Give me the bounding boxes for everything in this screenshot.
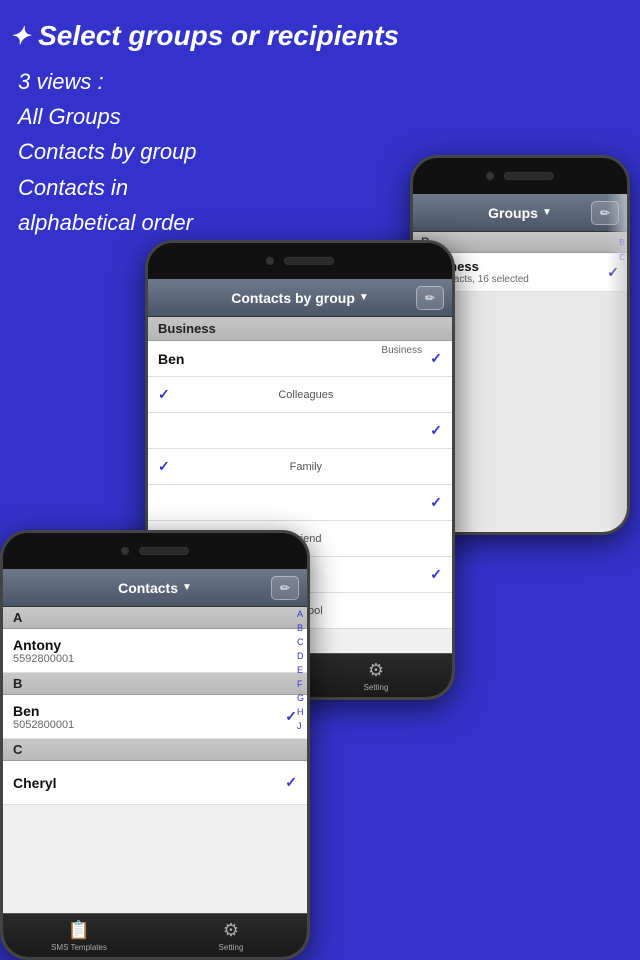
phone-cbg-nav-title: Contacts by group ▼ bbox=[231, 290, 369, 306]
phone-contacts: Contacts ▼ ✏ A Antony 5592800001 B Ben 5… bbox=[0, 530, 310, 960]
groups-right-fade bbox=[607, 194, 627, 532]
contacts-index-f[interactable]: F bbox=[297, 679, 304, 689]
cbg-dropdown-arrow[interactable]: ▼ bbox=[359, 292, 369, 303]
contacts-tab-settings[interactable]: ⚙ Setting bbox=[155, 920, 307, 952]
contacts-tab-sms[interactable]: 📋 SMS Templates bbox=[3, 920, 155, 952]
contacts-section-b: B bbox=[3, 673, 307, 695]
contacts-index-h[interactable]: H bbox=[297, 707, 304, 717]
contacts-row-antony[interactable]: Antony 5592800001 bbox=[3, 629, 307, 673]
contacts-settings-label: Setting bbox=[219, 943, 244, 952]
cbg-row-ben[interactable]: Ben Business ✓ bbox=[148, 341, 452, 377]
phone-groups-camera bbox=[486, 172, 494, 180]
star-icon: ✦ bbox=[10, 22, 30, 51]
phone-contacts-speaker bbox=[139, 547, 189, 555]
contacts-name-antony: Antony bbox=[13, 637, 74, 653]
phone-groups-speaker bbox=[504, 172, 554, 180]
contacts-index-g[interactable]: G bbox=[297, 693, 304, 703]
phone-groups-nav-title: Groups ▼ bbox=[488, 205, 552, 221]
contacts-row-cheryl[interactable]: Cheryl ✓ bbox=[3, 761, 307, 805]
cbg-settings-icon: ⚙ bbox=[368, 660, 384, 681]
contacts-index-j[interactable]: J bbox=[297, 721, 304, 731]
cbg-check-e1: ✓ bbox=[430, 422, 442, 439]
header-title: ✦ Select groups or recipients bbox=[10, 20, 630, 52]
cbg-row-family[interactable]: ✓ Family bbox=[148, 449, 452, 485]
cbg-row-empty2[interactable]: ✓ bbox=[148, 485, 452, 521]
contacts-section-c: C bbox=[3, 739, 307, 761]
views-subtitle: 3 views : bbox=[18, 64, 630, 99]
contacts-index-c[interactable]: C bbox=[297, 637, 304, 647]
contacts-index-d[interactable]: D bbox=[297, 651, 304, 661]
contacts-index-b[interactable]: B bbox=[297, 623, 304, 633]
phone-contacts-nav-title: Contacts ▼ bbox=[118, 580, 192, 596]
contacts-phone-antony: 5592800001 bbox=[13, 653, 74, 665]
header-title-text: Select groups or recipients bbox=[38, 20, 399, 52]
contacts-row-ben[interactable]: Ben 5052800001 ✓ bbox=[3, 695, 307, 739]
contacts-index-e[interactable]: E bbox=[297, 665, 304, 675]
cbg-tab-settings[interactable]: ⚙ Setting bbox=[300, 660, 452, 692]
cbg-group-colleagues: Colleagues bbox=[278, 389, 333, 401]
contacts-check-cheryl: ✓ bbox=[285, 774, 297, 791]
contacts-name-cheryl: Cheryl bbox=[13, 775, 57, 791]
cbg-check-family-left: ✓ bbox=[158, 458, 170, 475]
cbg-compose-btn[interactable]: ✏ bbox=[416, 286, 444, 310]
cbg-settings-label: Setting bbox=[364, 683, 389, 692]
phone-cbg-top bbox=[148, 243, 452, 279]
cbg-group-business: Business bbox=[381, 345, 422, 356]
view-all-groups: All Groups bbox=[18, 99, 630, 134]
phone-groups-navbar: Groups ▼ ✏ bbox=[413, 194, 627, 232]
cbg-section-business: Business bbox=[148, 317, 452, 341]
cbg-group-family: Family bbox=[290, 461, 322, 473]
contacts-side-index: A B C D E F G H J bbox=[297, 609, 304, 731]
cbg-row-empty1[interactable]: ✓ bbox=[148, 413, 452, 449]
contacts-index-a[interactable]: A bbox=[297, 609, 304, 619]
phone-cbg-camera bbox=[266, 257, 274, 265]
phone-contacts-top bbox=[3, 533, 307, 569]
contacts-tab-bar: 📋 SMS Templates ⚙ Setting bbox=[3, 913, 307, 957]
phone-contacts-navbar: Contacts ▼ ✏ bbox=[3, 569, 307, 607]
contacts-check-ben: ✓ bbox=[285, 708, 297, 725]
contacts-sms-label: SMS Templates bbox=[51, 943, 107, 952]
phone-cbg-speaker bbox=[284, 257, 334, 265]
contacts-name-ben: Ben bbox=[13, 703, 74, 719]
cbg-check-ben: ✓ bbox=[430, 350, 442, 367]
phone-cbg-navbar: Contacts by group ▼ ✏ bbox=[148, 279, 452, 317]
phone-contacts-camera bbox=[121, 547, 129, 555]
contacts-settings-icon: ⚙ bbox=[223, 920, 239, 941]
cbg-check-e3: ✓ bbox=[430, 566, 442, 583]
groups-dropdown-arrow[interactable]: ▼ bbox=[542, 207, 552, 218]
contacts-phone-ben: 5052800001 bbox=[13, 719, 74, 731]
cbg-check-colleagues-left: ✓ bbox=[158, 386, 170, 403]
cbg-row-colleagues[interactable]: ✓ Colleagues bbox=[148, 377, 452, 413]
contacts-compose-btn[interactable]: ✏ bbox=[271, 576, 299, 600]
phone-contacts-screen: Contacts ▼ ✏ A Antony 5592800001 B Ben 5… bbox=[3, 569, 307, 957]
contacts-sms-icon: 📋 bbox=[68, 920, 90, 941]
contacts-dropdown-arrow[interactable]: ▼ bbox=[182, 582, 192, 593]
cbg-check-e2: ✓ bbox=[430, 494, 442, 511]
contacts-section-a: A bbox=[3, 607, 307, 629]
phone-groups-top bbox=[413, 158, 627, 194]
